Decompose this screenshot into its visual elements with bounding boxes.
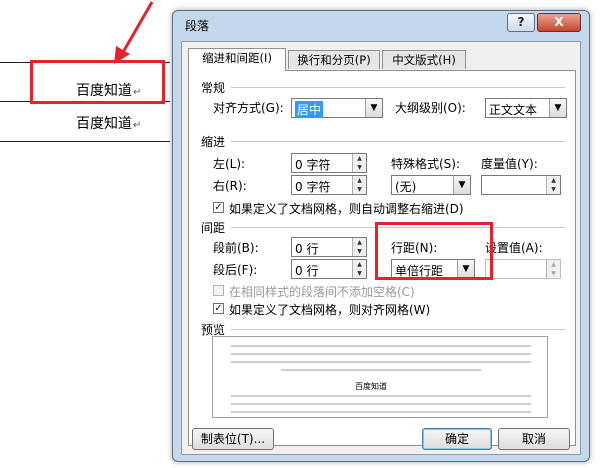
tab-asian-typography[interactable]: 中文版式(H) — [382, 50, 466, 69]
close-button[interactable]: X — [537, 13, 581, 32]
indent-left-spinner[interactable]: 0 字符 ▲ ▼ — [291, 153, 367, 173]
preview-following-paragraph-line — [231, 403, 531, 405]
section-divider — [231, 87, 565, 88]
down-arrow-icon: ▼ — [357, 270, 362, 277]
alignment-select[interactable]: 居中 ▼ — [291, 98, 383, 118]
paragraph-preview: 百度知道 — [212, 336, 548, 418]
snap-to-grid-checkbox[interactable]: ✓ — [213, 303, 224, 314]
indent-right-spinner[interactable]: 0 字符 ▲ ▼ — [291, 175, 367, 195]
space-after-value: 0 行 — [295, 264, 319, 278]
preview-previous-paragraph-line — [231, 361, 531, 363]
spinner-arrows[interactable]: ▲ ▼ — [352, 238, 366, 256]
down-arrow-icon: ▼ — [551, 270, 556, 277]
up-arrow-icon: ▲ — [357, 177, 362, 184]
space-before-label: 段前(B): — [213, 241, 259, 255]
alignment-label: 对齐方式(G): — [213, 101, 284, 115]
section-spacing: 间距 — [201, 221, 226, 235]
document-rule-bottom — [0, 141, 170, 142]
auto-adjust-indent-label: 如果定义了文档网格，则自动调整右缩进(D) — [229, 202, 464, 216]
spacing-at-spinner[interactable]: ▲ ▼ — [485, 259, 561, 279]
no-space-same-style-checkbox[interactable] — [213, 285, 224, 296]
tabs-button[interactable]: 制表位(T)... — [192, 428, 274, 450]
indent-by-spinner[interactable]: ▲ ▼ — [481, 175, 561, 195]
indent-right-value: 0 字符 — [295, 180, 331, 194]
indent-by-label: 度量值(Y): — [481, 157, 538, 171]
preview-previous-paragraph-line — [231, 345, 531, 347]
document-paragraph-2-text: 百度知道 — [76, 116, 132, 132]
down-arrow-icon: ▼ — [357, 248, 362, 255]
down-arrow-icon: ▼ — [551, 186, 556, 193]
section-divider — [231, 329, 565, 330]
space-before-value: 0 行 — [295, 242, 319, 256]
dialog-titlebar[interactable]: 段落 ? X — [173, 11, 589, 39]
annotation-box-line-spacing — [375, 222, 493, 280]
snap-to-grid-label: 如果定义了文档网格，则对齐网格(W) — [229, 303, 431, 317]
up-arrow-icon: ▲ — [357, 261, 362, 268]
space-after-spinner[interactable]: 0 行 ▲ ▼ — [291, 259, 367, 279]
special-indent-value: (无) — [395, 180, 417, 194]
indent-left-label: 左(L): — [213, 157, 246, 171]
special-indent-select[interactable]: (无) ▼ — [391, 175, 471, 195]
preview-previous-paragraph-line — [281, 369, 481, 371]
preview-following-paragraph-line — [231, 411, 531, 413]
up-arrow-icon: ▲ — [357, 239, 362, 246]
outline-level-select[interactable]: 正文文本 ▼ — [485, 98, 567, 118]
document-paragraph-2[interactable]: 百度知道↵ — [76, 113, 141, 133]
section-general: 常规 — [201, 81, 226, 95]
tab-indents-spacing[interactable]: 缩进和间距(I) — [188, 48, 286, 71]
preview-previous-paragraph-line — [231, 353, 531, 355]
no-space-same-style-label: 在相同样式的段落间不添加空格(C) — [229, 285, 415, 299]
preview-following-paragraph-line — [231, 395, 531, 397]
annotation-box-paragraph — [30, 60, 165, 104]
alignment-value: 居中 — [295, 101, 324, 118]
spacing-at-label: 设置值(A): — [485, 241, 543, 255]
auto-adjust-indent-checkbox[interactable]: ✓ — [213, 202, 224, 213]
dialog-title: 段落 — [185, 19, 210, 33]
outline-level-label: 大纲级别(O): — [395, 101, 466, 115]
spinner-arrows[interactable]: ▲ ▼ — [352, 154, 366, 172]
up-arrow-icon: ▲ — [551, 261, 556, 268]
up-arrow-icon: ▲ — [357, 155, 362, 162]
section-indentation: 缩进 — [201, 135, 226, 149]
help-button[interactable]: ? — [507, 13, 535, 32]
chevron-down-icon: ▼ — [453, 176, 470, 194]
tab-line-page-breaks[interactable]: 换行和分页(P) — [288, 50, 380, 69]
chevron-down-icon: ▼ — [549, 99, 566, 117]
paragraph-mark-icon: ↵ — [133, 120, 142, 131]
spinner-arrows[interactable]: ▲ ▼ — [546, 260, 560, 278]
space-before-spinner[interactable]: 0 行 ▲ ▼ — [291, 237, 367, 257]
ok-button[interactable]: 确定 — [422, 428, 492, 450]
down-arrow-icon: ▼ — [357, 164, 362, 171]
outline-level-value: 正文文本 — [489, 103, 538, 117]
down-arrow-icon: ▼ — [357, 186, 362, 193]
preview-sample-text: 百度知道 — [355, 382, 387, 391]
cancel-button[interactable]: 取消 — [498, 428, 570, 450]
indent-right-label: 右(R): — [213, 179, 247, 193]
section-divider — [231, 141, 565, 142]
indent-left-value: 0 字符 — [295, 158, 331, 172]
spinner-arrows[interactable]: ▲ ▼ — [352, 176, 366, 194]
spinner-arrows[interactable]: ▲ ▼ — [352, 260, 366, 278]
up-arrow-icon: ▲ — [551, 177, 556, 184]
chevron-down-icon: ▼ — [365, 99, 382, 117]
space-after-label: 段后(F): — [213, 263, 258, 277]
special-indent-label: 特殊格式(S): — [391, 157, 461, 171]
spinner-arrows[interactable]: ▲ ▼ — [546, 176, 560, 194]
